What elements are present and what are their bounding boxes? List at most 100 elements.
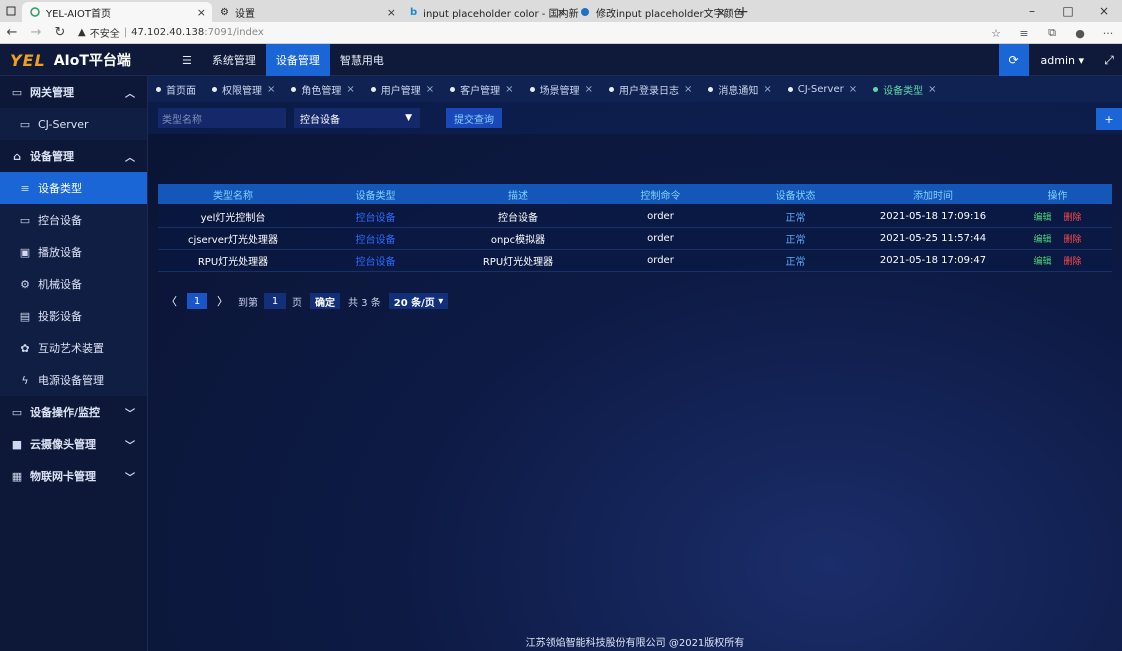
sidebar-item-operation[interactable]: ▭ 设备操作/监控 ﹀ [0, 396, 147, 428]
add-button[interactable]: + [1096, 108, 1122, 130]
menu-system[interactable]: 系统管理 [202, 44, 266, 76]
tab-scene[interactable]: 场景管理 × [522, 76, 601, 102]
close-icon[interactable]: × [585, 84, 593, 95]
tab-customer[interactable]: 客户管理 × [442, 76, 521, 102]
browser-tab-label: YEL-AIOT首页 [46, 8, 111, 20]
sidebar-item-art[interactable]: ✿ 互动艺术装置 [0, 332, 147, 364]
window-menu-icon[interactable] [0, 0, 22, 22]
close-icon[interactable]: × [267, 84, 275, 95]
sidebar-item-power[interactable]: ϟ 电源设备管理 [0, 364, 147, 396]
sidebar-item-label: 云摄像头管理 [30, 438, 96, 451]
tab-cjserver[interactable]: CJ-Server × [780, 76, 865, 102]
dot-icon [291, 86, 297, 92]
fullscreen-icon[interactable]: ⤢ [1096, 53, 1122, 68]
app-header: YEL AIoT平台端 ☰ 系统管理 设备管理 智慧用电 ⟳ admin ▾ ⤢ [0, 44, 1122, 76]
more-icon[interactable]: ··· [1094, 22, 1122, 44]
maximize-button[interactable]: □ [1050, 0, 1086, 22]
tab-label: 首页面 [166, 85, 196, 97]
footer: 江苏领焰智能科技股份有限公司 @2021版权所有 [525, 637, 745, 649]
tab-permission[interactable]: 权限管理 × [204, 76, 283, 102]
device-category-select[interactable]: 控台设备 ▼ [294, 108, 420, 128]
menu-toggle-icon[interactable]: ☰ [172, 44, 202, 76]
sidebar-item-label: 设备类型 [38, 182, 82, 195]
header-right: ⟳ admin ▾ ⤢ [998, 44, 1122, 76]
total-count: 共 3 条 [348, 297, 381, 309]
cell-cmd: order [647, 211, 674, 222]
close-window-button[interactable]: × [1086, 0, 1122, 22]
edit-button[interactable]: 编辑 [1033, 210, 1051, 223]
menu-smart-power[interactable]: 智慧用电 [330, 44, 394, 76]
refresh-button[interactable]: ⟳ [998, 44, 1029, 76]
chevron-down-icon: ﹀ [125, 440, 135, 452]
submit-query-button[interactable]: 提交查询 [446, 108, 502, 128]
filter-bar: 类型名称 控台设备 ▼ 提交查询 + [148, 102, 1122, 134]
sidebar-item-player[interactable]: ▣ 播放设备 [0, 236, 147, 268]
browser-tab-2[interactable]: ⚙ 设置 × [212, 2, 402, 22]
tab-user[interactable]: 用户管理 × [363, 76, 442, 102]
sidebar-item-iot-card[interactable]: ▦ 物联网卡管理 ﹀ [0, 460, 147, 492]
tab-device-type[interactable]: 设备类型 × [865, 76, 944, 102]
cell-cmd: order [647, 255, 674, 266]
page-size-value: 20 条/页 [393, 297, 435, 309]
back-icon[interactable]: ← [0, 22, 24, 44]
edit-button[interactable]: 编辑 [1033, 254, 1051, 267]
browser-tab-4[interactable]: 修改input placeholder文字颜色 × [572, 2, 744, 22]
sidebar-item-label: 控台设备 [38, 214, 82, 227]
forward-icon[interactable]: → [24, 22, 48, 44]
close-icon[interactable]: × [557, 6, 566, 19]
sidebar-item-console[interactable]: ▭ 控台设备 [0, 204, 147, 236]
sidebar-item-camera[interactable]: ■ 云摄像头管理 ﹀ [0, 428, 147, 460]
page-current[interactable]: 1 [187, 293, 207, 309]
prev-page-icon[interactable]: 〈 [166, 293, 177, 309]
close-icon[interactable]: × [849, 84, 857, 95]
close-icon[interactable]: × [505, 84, 513, 95]
tab-home[interactable]: 首页面 [148, 76, 204, 102]
sidebar-item-device-type[interactable]: ≡ 设备类型 [0, 172, 147, 204]
url-field[interactable]: ▲ 不安全 | 47.102.40.138 :7091/index [78, 25, 264, 40]
close-icon[interactable]: × [717, 6, 726, 19]
delete-button[interactable]: 删除 [1064, 210, 1082, 223]
close-icon[interactable]: × [763, 84, 771, 95]
type-name-input[interactable]: 类型名称 [158, 108, 286, 128]
list-icon: ≡ [20, 181, 30, 195]
goto-confirm-button[interactable]: 确定 [310, 293, 340, 309]
close-icon[interactable]: × [426, 84, 434, 95]
select-value: 控台设备 [300, 114, 340, 126]
dot-icon [212, 86, 217, 92]
refresh-icon[interactable]: ↻ [48, 22, 72, 44]
bing-icon: b [410, 6, 418, 18]
browser-tabbar: YEL-AIOT首页 × ⚙ 设置 × b input placeholder … [0, 0, 1122, 22]
sidebar-item-gateway[interactable]: ▭ 网关管理 ︿ [0, 76, 147, 108]
goto-page-input[interactable]: 1 [264, 293, 286, 309]
tab-login-log[interactable]: 用户登录日志 × [601, 76, 700, 102]
security-label: 不安全 [89, 29, 120, 40]
cell-status: 正常 [785, 257, 806, 268]
collections-icon[interactable]: ⧉ [1038, 22, 1066, 44]
sidebar-item-device-mgmt[interactable]: ⌂ 设备管理 ︿ [0, 140, 147, 172]
close-icon[interactable]: × [684, 84, 692, 95]
close-icon[interactable]: × [197, 6, 206, 19]
minimize-button[interactable]: – [1014, 0, 1050, 22]
edit-button[interactable]: 编辑 [1033, 232, 1051, 245]
tab-role[interactable]: 角色管理 × [283, 76, 362, 102]
close-icon[interactable]: × [387, 6, 396, 19]
favorites-icon[interactable]: ≡ [1010, 22, 1038, 44]
cell-ops: 编辑 删除 [1003, 206, 1112, 227]
favorite-add-icon[interactable]: ☆ [982, 22, 1010, 44]
close-icon[interactable]: × [346, 84, 354, 95]
cell-status: 正常 [785, 213, 806, 224]
close-icon[interactable]: × [928, 84, 936, 95]
page-size-select[interactable]: 20 条/页 ▾ [388, 293, 449, 309]
tab-notice[interactable]: 消息通知 × [700, 76, 779, 102]
browser-tab-1[interactable]: YEL-AIOT首页 × [22, 2, 212, 22]
user-menu[interactable]: admin ▾ [1029, 54, 1097, 67]
profile-icon[interactable]: ● [1066, 22, 1094, 44]
delete-button[interactable]: 删除 [1064, 254, 1082, 267]
sidebar-item-mechanical[interactable]: ⚙ 机械设备 [0, 268, 147, 300]
browser-tab-3[interactable]: b input placeholder color - 国内新 × [402, 2, 579, 22]
sidebar-item-cjserver[interactable]: ▭ CJ-Server [0, 108, 147, 140]
delete-button[interactable]: 删除 [1064, 232, 1082, 245]
sidebar-item-projector[interactable]: ▤ 投影设备 [0, 300, 147, 332]
menu-device[interactable]: 设备管理 [265, 44, 330, 76]
next-page-icon[interactable]: 〉 [217, 293, 228, 309]
